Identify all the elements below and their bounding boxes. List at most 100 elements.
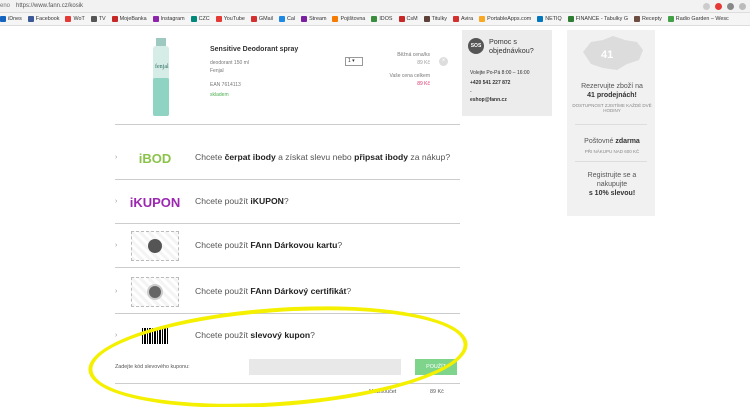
remove-item-icon[interactable]: × [439, 57, 448, 66]
bookmark-favicon-icon [332, 16, 339, 22]
star-icon[interactable] [703, 3, 710, 10]
divider [575, 161, 647, 162]
bookmark-favicon-icon [111, 16, 118, 22]
chevron-right-icon: › [115, 154, 118, 161]
bookmark-label: CZC [198, 16, 210, 22]
option-gift-card[interactable]: › Chcete použít FAnn Dárkovou kartu? [115, 224, 460, 268]
quantity-select[interactable]: 1 ▾ [345, 57, 363, 66]
total-price: 89 Kč [417, 81, 430, 87]
product-name[interactable]: Sensitive Deodorant spray [210, 46, 298, 53]
bookmark-label: WoT [73, 16, 85, 22]
bookmark-item[interactable]: Recepty [634, 16, 662, 22]
bookmark-label: IDOS [379, 16, 393, 22]
bookmark-label: YouTube [223, 16, 245, 22]
bookmark-favicon-icon [190, 16, 197, 22]
bookmark-favicon-icon [152, 16, 159, 22]
bookmark-favicon-icon [398, 16, 405, 22]
divider [575, 124, 647, 125]
czech-map-icon: 41 [583, 36, 643, 70]
ikupon-logo: iKUPON [129, 194, 181, 210]
bookmark-favicon-icon [423, 16, 430, 22]
chevron-right-icon: › [115, 288, 118, 295]
bookmark-item[interactable]: YouTube [215, 16, 245, 22]
subtotal-value: 89 Kč [430, 389, 444, 395]
bookmark-item[interactable]: WoT [65, 16, 85, 22]
bookmark-item[interactable]: Cal [278, 16, 296, 22]
bookmark-favicon-icon [301, 16, 308, 22]
benefits-sidebar: 41 Rezervujte zboží na 41 prodejnách! DOS… [567, 30, 655, 216]
help-email[interactable]: eshop@fann.cz [470, 97, 507, 103]
bookmark-item[interactable]: MojeBanka [111, 16, 147, 22]
chevron-right-icon: › [115, 198, 118, 205]
bookmark-label: NETIQ [545, 16, 562, 22]
url-text[interactable]: https://www.fann.cz/kosik [16, 0, 83, 13]
bookmark-item[interactable]: CZC [190, 16, 210, 22]
help-phone[interactable]: +420 541 227 872 [470, 80, 510, 86]
option-text: Chcete použít FAnn Dárkovou kartu? [195, 240, 343, 250]
reserve-note: DOSTUPNOST ZJISTÍME KAŽDÉ DVĚ HODINY [572, 103, 652, 113]
option-ibod[interactable]: › iBOD Chcete čerpat ibody a získat slev… [115, 136, 460, 180]
address-bar[interactable]: eno https://www.fann.cz/kosik [0, 0, 750, 13]
url-prefix: eno [0, 3, 11, 9]
help-dash: - [470, 89, 472, 95]
bookmark-label: PortableApps.com [487, 16, 532, 22]
bookmark-item[interactable]: CsM [398, 16, 418, 22]
bookmark-favicon-icon [0, 16, 6, 22]
bookmark-label: Pojištovna [340, 16, 366, 22]
register-text[interactable]: Registrujte se a nakupujte s 10% slevou! [572, 171, 652, 198]
bookmark-item[interactable]: Stream [301, 16, 326, 22]
bookmark-label: TV [98, 16, 106, 22]
bookmarks-bar: iDnes Facebook WoT TV MojeBanka Instagram CZC Y… [0, 13, 750, 26]
ibod-logo: iBOD [138, 150, 172, 166]
bookmark-item[interactable]: IDOS [371, 16, 393, 22]
bookmark-label: Stream [309, 16, 327, 22]
bookmark-label: Titulky [431, 16, 447, 22]
bookmark-label: Radio Garden – Wesc [675, 16, 729, 22]
reserve-text[interactable]: Rezervujte zboží na 41 prodejnách! [572, 82, 652, 100]
gift-certificate-image [129, 276, 181, 308]
bookmark-label: FINANCE - Tabulky G [575, 16, 629, 22]
bookmark-item[interactable]: TV [90, 16, 106, 22]
extension-icon[interactable] [715, 3, 722, 10]
bookmark-item[interactable]: PortableApps.com [479, 16, 531, 22]
cart-product-row: fenjal Sensitive Deodorant spray deodora… [115, 30, 460, 125]
bookmark-item[interactable]: Pojištovna [332, 16, 365, 22]
product-image[interactable]: fenjal [147, 38, 175, 118]
bookmark-item[interactable]: Facebook [27, 16, 60, 22]
bookmark-favicon-icon [537, 16, 544, 22]
bookmark-item[interactable]: Instagram [152, 16, 185, 22]
bookmark-item[interactable]: FINANCE - Tabulky G [567, 16, 629, 22]
bookmark-label: iDnes [8, 16, 22, 22]
bookmark-item[interactable]: GMail [250, 16, 273, 22]
option-text: Chcete čerpat ibody a získat slevu nebo … [195, 152, 451, 162]
product-ean: EAN 7614113 [210, 82, 241, 88]
bookmark-label: CsM [406, 16, 418, 22]
bookmark-favicon-icon [371, 16, 378, 22]
bookmark-favicon-icon [567, 16, 574, 22]
bookmark-label: Instagram [160, 16, 185, 22]
option-text: Chcete použít FAnn Dárkový certifikát? [195, 286, 352, 296]
option-ikupon[interactable]: › iKUPON Chcete použít iKUPON? [115, 180, 460, 224]
bookmark-label: Facebook [35, 16, 60, 22]
bookmark-label: GMail [258, 16, 273, 22]
map-number: 41 [601, 49, 613, 61]
unit-price-label: Běžná cena/ks [397, 52, 430, 58]
shipping-note: PŘI NÁKUPU NAD 600 KČ [584, 149, 640, 154]
product-desc: deodorant 150 ml [210, 60, 249, 66]
chevron-down-icon: › [115, 332, 118, 339]
bookmark-favicon-icon [634, 16, 641, 22]
bookmark-item[interactable]: Titulky [423, 16, 447, 22]
bookmark-favicon-icon [667, 16, 674, 22]
bookmark-favicon-icon [27, 16, 34, 22]
bookmark-item[interactable]: iDnes [0, 16, 22, 22]
bookmark-item[interactable]: Radio Garden – Wesc [667, 16, 729, 22]
bookmark-item[interactable]: NETIQ [537, 16, 562, 22]
bookmark-favicon-icon [278, 16, 285, 22]
bookmark-item[interactable]: Avira [452, 16, 473, 22]
extension-icon[interactable] [727, 3, 734, 10]
menu-icon[interactable] [739, 3, 746, 10]
total-price-label: Vaše cena celkem [389, 73, 430, 79]
bookmark-favicon-icon [250, 16, 257, 22]
bookmark-favicon-icon [479, 16, 486, 22]
bookmark-label: Cal [286, 16, 296, 22]
